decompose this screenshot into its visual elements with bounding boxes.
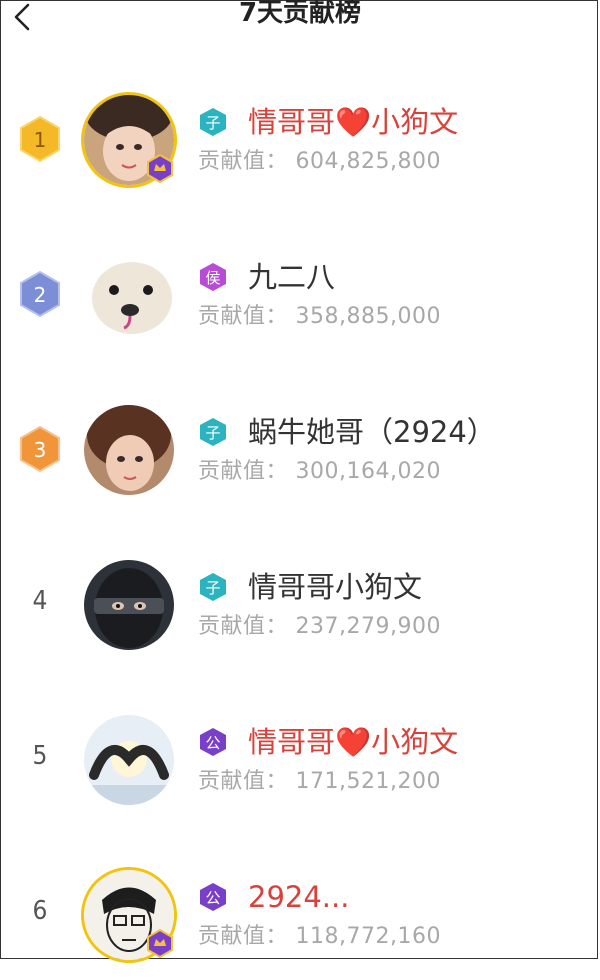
score: 贡献值： 604,825,800 <box>198 147 441 177</box>
avatar[interactable] <box>84 560 174 650</box>
rank-number: 1 <box>34 128 47 152</box>
list-item[interactable]: 5 公 情哥哥❤️小狗文 贡献值： 171,521,200 <box>0 695 600 825</box>
score: 贡献值： 358,885,000 <box>198 302 441 332</box>
svg-text:公: 公 <box>205 734 220 752</box>
score-value: 300,164,020 <box>295 459 441 484</box>
svg-text:公: 公 <box>205 889 220 907</box>
score-value: 604,825,800 <box>295 149 441 174</box>
list-item[interactable]: 4 子 情哥哥小狗文 贡献值： 237,279,900 <box>0 540 600 670</box>
score: 贡献值： 171,521,200 <box>198 767 441 797</box>
silver-rank-badge-icon: 2 <box>20 270 60 318</box>
avatar[interactable] <box>84 715 174 805</box>
score: 贡献值： 118,772,160 <box>198 922 441 952</box>
avatar[interactable] <box>84 405 174 495</box>
score-label: 贡献值： <box>198 769 289 794</box>
fan-club-crown-icon <box>147 153 173 183</box>
avatar-photo <box>84 560 174 650</box>
level-badge-icon: 子 <box>200 573 226 601</box>
page-title: 7天贡献榜 <box>238 0 362 28</box>
list-item[interactable]: 2 侯 九二八 贡献值： 358,885,000 <box>0 230 600 360</box>
score-label: 贡献值： <box>198 304 289 329</box>
user-name: 蜗牛她哥（2924） <box>248 415 496 449</box>
score: 贡献值： 300,164,020 <box>198 457 441 487</box>
score-value: 237,279,900 <box>295 614 441 639</box>
header: 7天贡献榜 <box>0 0 600 40</box>
rank-number: 5 <box>32 741 48 771</box>
user-name: 情哥哥❤️小狗文 <box>248 725 459 759</box>
score-label: 贡献值： <box>198 924 289 949</box>
score-value: 171,521,200 <box>295 769 441 794</box>
score-value: 118,772,160 <box>295 924 441 949</box>
score-label: 贡献值： <box>198 459 289 484</box>
user-name: 2924... <box>248 880 350 914</box>
user-name: 情哥哥❤️小狗文 <box>248 105 459 139</box>
avatar-photo <box>84 405 174 495</box>
rank-number: 2 <box>34 283 47 307</box>
level-badge-icon: 子 <box>200 108 226 136</box>
score-label: 贡献值： <box>198 149 289 174</box>
user-name: 九二八 <box>248 260 336 294</box>
level-badge-icon: 公 <box>200 883 226 911</box>
user-name: 情哥哥小狗文 <box>248 570 423 604</box>
avatar[interactable] <box>84 250 174 340</box>
fan-club-crown-icon <box>147 928 173 958</box>
gold-rank-badge-icon: 1 <box>20 115 60 163</box>
rank-number: 4 <box>32 586 48 616</box>
rank-number: 6 <box>32 896 48 926</box>
svg-text:子: 子 <box>205 579 220 597</box>
score-value: 358,885,000 <box>295 304 441 329</box>
avatar-photo <box>84 250 174 340</box>
bronze-rank-badge-icon: 3 <box>20 425 60 473</box>
avatar-photo <box>84 715 174 805</box>
level-badge-icon: 侯 <box>200 263 226 291</box>
list-item[interactable]: 1 子 情哥哥❤️小狗文 贡献值： 604,825,800 <box>0 75 600 205</box>
svg-text:子: 子 <box>205 114 220 132</box>
level-badge-icon: 公 <box>200 728 226 756</box>
score-label: 贡献值： <box>198 614 289 639</box>
list-item[interactable]: 3 子 蜗牛她哥（2924） 贡献值： 300,164,020 <box>0 385 600 515</box>
score: 贡献值： 237,279,900 <box>198 612 441 642</box>
level-badge-icon: 子 <box>200 418 226 446</box>
svg-text:侯: 侯 <box>205 269 220 287</box>
svg-text:子: 子 <box>205 424 220 442</box>
rank-number: 3 <box>34 438 47 462</box>
